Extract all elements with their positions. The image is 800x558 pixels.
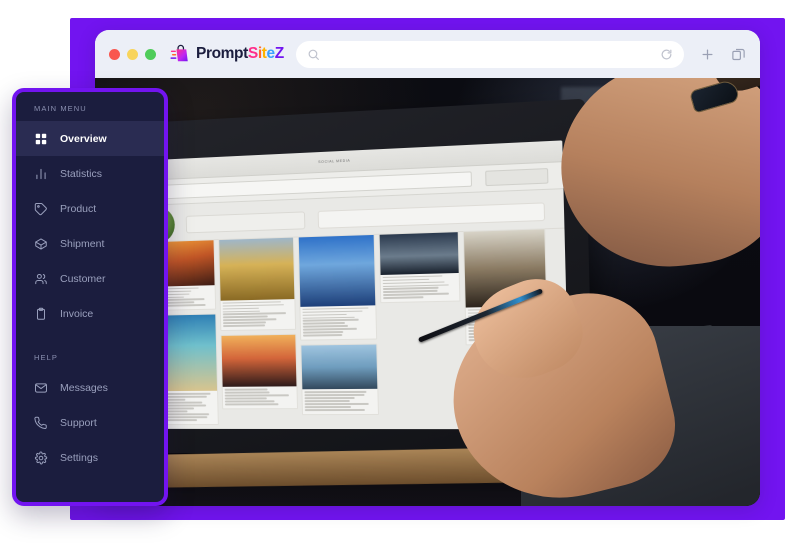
minimize-window-button[interactable] — [127, 49, 138, 60]
photo-thumbnail — [221, 335, 296, 387]
card-palm-sunset[interactable] — [220, 334, 297, 409]
sidebar-item-label: Statistics — [60, 168, 102, 180]
grid-icon — [34, 132, 48, 146]
sidebar-item-label: Overview — [60, 133, 107, 145]
sidebar-item-label: Customer — [60, 273, 106, 285]
sidebar-item-invoice[interactable]: Invoice — [16, 296, 164, 331]
photo-thumbnail — [219, 237, 294, 300]
sidebar-item-statistics[interactable]: Statistics — [16, 156, 164, 191]
brand-logo[interactable]: PromptSiteZ — [170, 43, 284, 65]
sidebar-item-shipment[interactable]: Shipment — [16, 226, 164, 261]
sidebar-section-label-help: HELP — [16, 341, 164, 370]
profile-name-pill — [186, 211, 306, 233]
card-golden-field[interactable] — [218, 236, 296, 331]
brand-letter-z: Z — [275, 45, 284, 62]
box-icon — [34, 237, 48, 251]
photo-caption-lines — [300, 305, 376, 340]
photo-thumbnail — [380, 232, 459, 275]
brand-name-primary: Prompt — [196, 45, 248, 62]
brand-name: PromptSiteZ — [196, 46, 284, 62]
phone-icon — [34, 416, 48, 430]
sidebar-section-spacer — [16, 331, 164, 341]
gear-icon — [34, 451, 48, 465]
brand-letter-e: e — [267, 45, 275, 62]
sidebar-item-support[interactable]: Support — [16, 405, 164, 440]
card-blue-pier[interactable] — [297, 234, 377, 342]
dashboard-sidebar: MAIN MENU Overview Statistics Product Shipme… — [12, 88, 168, 506]
sidebar-item-product[interactable]: Product — [16, 191, 164, 226]
photo-person-glasses — [688, 78, 740, 113]
card-coastal-city[interactable] — [379, 231, 461, 304]
toolbar-right-actions — [700, 47, 746, 62]
photo-thumbnail — [298, 235, 375, 307]
card-seascape[interactable] — [300, 344, 379, 415]
sidebar-item-label: Product — [60, 203, 96, 215]
sidebar-item-customer[interactable]: Customer — [16, 261, 164, 296]
sidebar-item-label: Settings — [60, 452, 98, 464]
users-icon — [34, 272, 48, 286]
social-media-about-button[interactable] — [485, 168, 549, 186]
plus-icon[interactable] — [700, 47, 715, 62]
photo-grid-column — [218, 236, 298, 429]
clipboard-icon — [34, 307, 48, 321]
sidebar-item-messages[interactable]: Messages — [16, 370, 164, 405]
copy-windows-icon[interactable] — [731, 47, 746, 62]
shopping-bag-icon — [170, 43, 192, 65]
reload-icon[interactable] — [660, 48, 673, 61]
photo-grid-column — [297, 234, 379, 429]
sidebar-item-label: Messages — [60, 382, 108, 394]
bar-chart-icon — [34, 167, 48, 181]
sidebar-item-label: Shipment — [60, 238, 104, 250]
mail-icon — [34, 381, 48, 395]
search-icon — [307, 48, 320, 61]
browser-toolbar: PromptSiteZ — [95, 30, 760, 78]
social-media-window-title: SOCIAL MEDIA — [318, 159, 350, 164]
sidebar-item-label: Support — [60, 417, 97, 429]
photo-caption-lines — [302, 389, 378, 414]
close-window-button[interactable] — [109, 49, 120, 60]
brand-letter-s: S — [248, 45, 258, 62]
maximize-window-button[interactable] — [145, 49, 156, 60]
address-input[interactable] — [328, 47, 652, 61]
sidebar-item-settings[interactable]: Settings — [16, 440, 164, 475]
browser-window: PromptSiteZ SOCIAL MEDIA — [95, 30, 760, 506]
address-bar[interactable] — [296, 41, 684, 68]
sidebar-item-label: Invoice — [60, 308, 93, 320]
photo-caption-lines — [221, 299, 295, 331]
page-content-photo: SOCIAL MEDIA — [95, 78, 760, 506]
sidebar-section-label-main-menu: MAIN MENU — [16, 92, 164, 121]
window-traffic-lights — [109, 49, 156, 60]
photo-caption-lines — [223, 387, 297, 409]
photo-scene: SOCIAL MEDIA — [95, 78, 760, 506]
social-media-search-input[interactable] — [317, 202, 545, 228]
photo-caption-lines — [381, 273, 460, 303]
sidebar-item-overview[interactable]: Overview — [16, 121, 164, 156]
tag-icon — [34, 202, 48, 216]
photo-thumbnail — [301, 345, 378, 390]
